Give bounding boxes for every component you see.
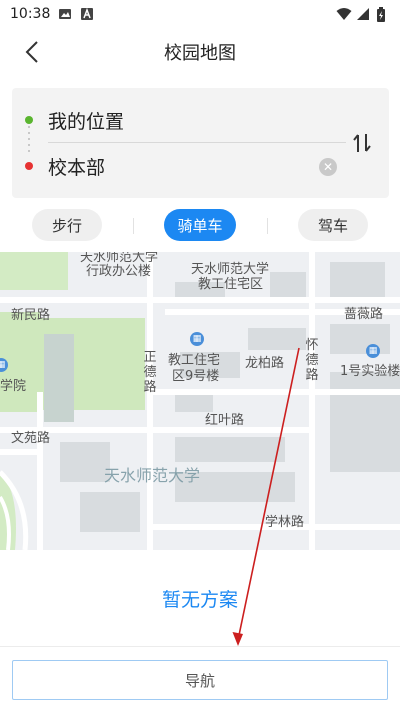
map-label: 新民路 — [11, 308, 51, 323]
battery-icon — [376, 7, 390, 22]
mode-separator — [133, 218, 134, 234]
map-label: 教工住宅区 — [198, 277, 264, 292]
origin-text: 我的位置 — [48, 110, 125, 133]
status-bar: 10:38 — [0, 0, 400, 28]
map-canvas — [0, 252, 400, 550]
wifi-icon — [336, 7, 352, 21]
building-poi-icon[interactable]: ▦ — [190, 332, 204, 346]
a-icon — [80, 7, 94, 21]
route-origin-row[interactable]: 我的位置 — [12, 98, 342, 142]
header: 校园地图 — [0, 28, 400, 76]
map-label: 行政办公楼 — [86, 264, 152, 279]
mode-drive-button[interactable]: 驾车 — [298, 209, 368, 241]
mode-separator — [267, 218, 268, 234]
building-poi-icon[interactable]: ▦ — [366, 344, 380, 358]
close-circle-icon: ✕ — [322, 160, 334, 174]
map-label: 天水师范大学 — [104, 466, 201, 485]
status-left: 10:38 — [10, 6, 94, 22]
destination-text: 校本部 — [48, 156, 106, 179]
back-button[interactable] — [18, 38, 46, 66]
swap-route-button[interactable] — [349, 128, 375, 158]
mode-walk-button[interactable]: 步行 — [32, 209, 102, 241]
navigate-button[interactable]: 导航 — [12, 660, 388, 700]
map-label: 1号实验楼 — [340, 364, 400, 379]
chevron-left-icon — [25, 41, 38, 63]
no-plan-text: 暂无方案 — [161, 589, 238, 611]
clear-destination-button[interactable]: ✕ — [319, 158, 337, 176]
map-label: 红叶路 — [205, 413, 245, 428]
map-label: 正德路 — [143, 350, 157, 395]
map-label: 学院 — [0, 379, 27, 394]
origin-dot-icon — [25, 116, 33, 124]
mode-bike-button[interactable]: 骑单车 — [164, 209, 236, 241]
bottom-bar: 导航 — [0, 646, 400, 711]
campus-map[interactable]: 天水师范大学 行政办公楼 天水师范大学 教工住宅区 新民路 蔷薇路 ▦ 教工住宅… — [0, 252, 400, 550]
destination-dot-icon — [25, 162, 33, 170]
route-destination-row[interactable]: 校本部 — [12, 144, 342, 188]
map-label: 区9号楼 — [172, 369, 220, 384]
status-time: 10:38 — [10, 6, 51, 22]
signal-icon — [356, 7, 370, 21]
map-label: 龙柏路 — [245, 356, 285, 371]
map-label: 学林路 — [265, 515, 305, 530]
map-label: 文苑路 — [11, 431, 51, 446]
status-right — [336, 7, 390, 22]
map-label: 蔷薇路 — [344, 307, 384, 322]
route-card: 我的位置 校本部 ✕ — [12, 88, 389, 198]
page-title: 校园地图 — [164, 43, 236, 64]
image-icon — [58, 7, 72, 21]
travel-mode-bar: 步行 骑单车 驾车 — [0, 206, 400, 246]
map-label: 怀德路 — [305, 338, 319, 383]
swap-vertical-icon — [353, 134, 371, 152]
route-divider — [48, 142, 346, 143]
